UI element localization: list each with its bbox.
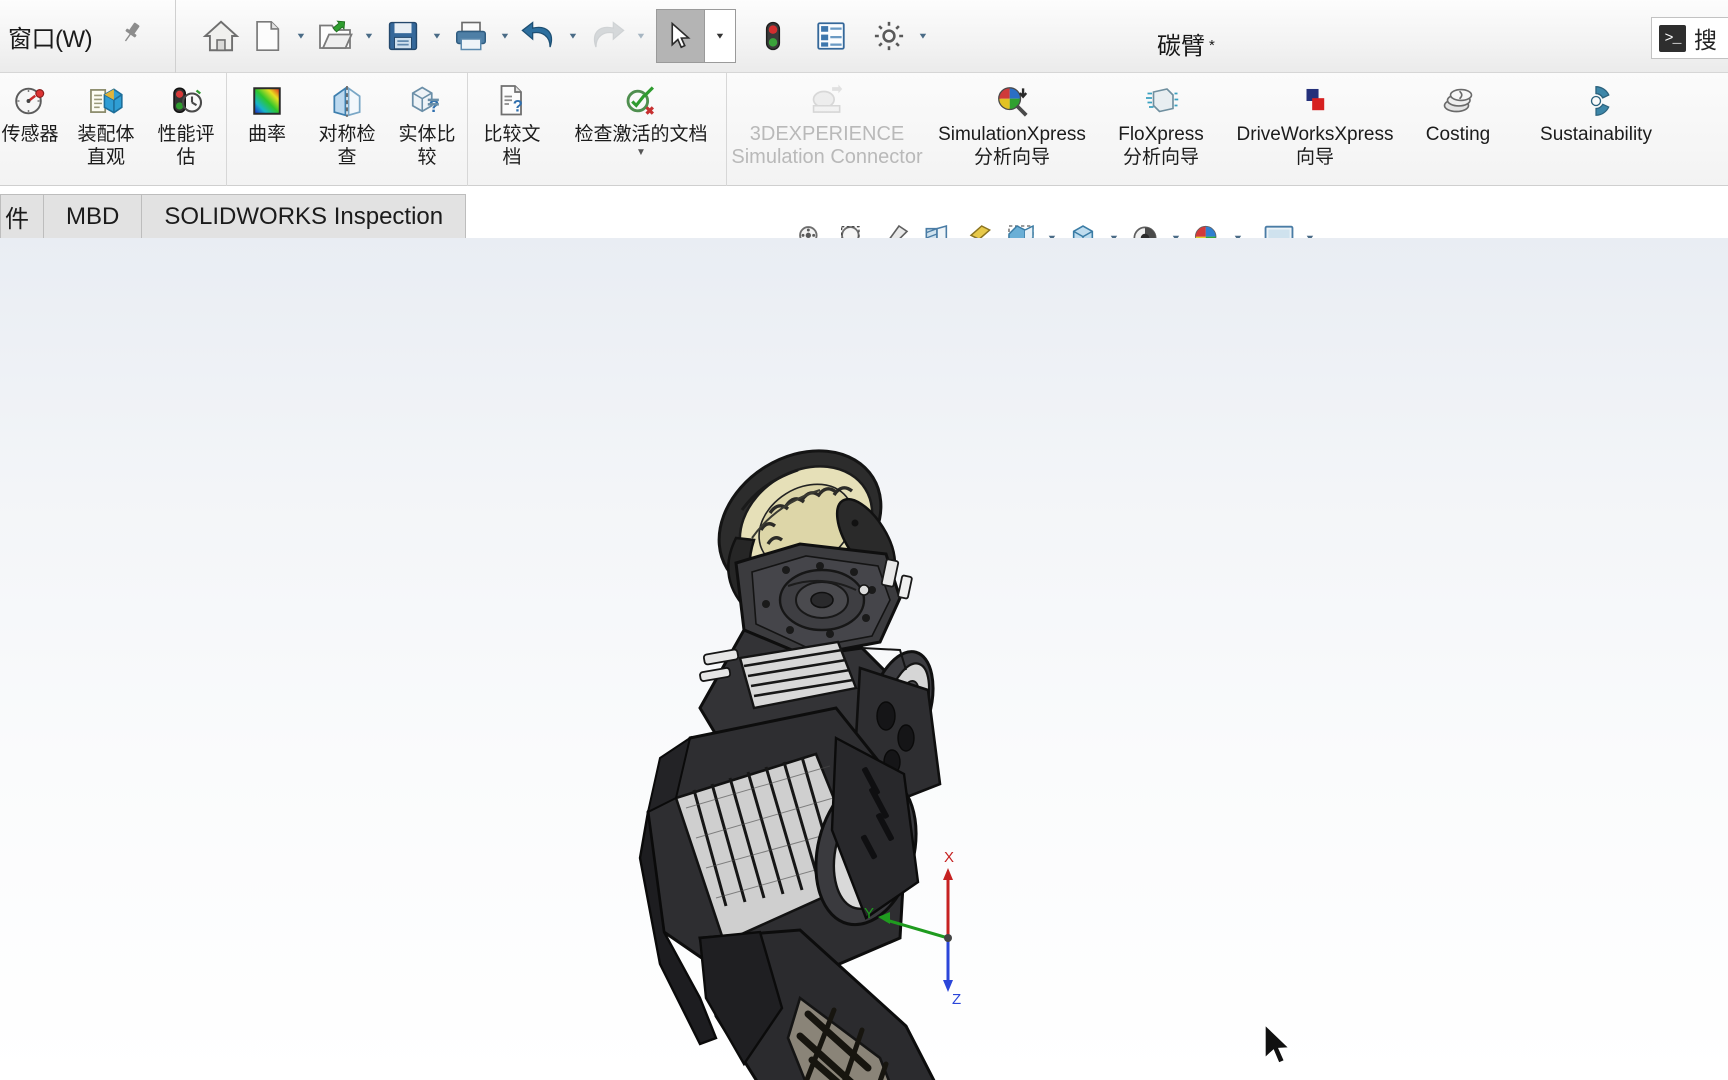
save-dropdown[interactable] xyxy=(426,10,448,62)
menu-bar: ) 窗口(W) xyxy=(0,0,176,73)
ribbon-label-sensor: 传感器 xyxy=(1,124,59,145)
ribbon-label-performance-evaluation: 性能评 估 xyxy=(157,124,215,168)
triad-label-z: Z xyxy=(952,991,961,1008)
document-modified-marker: * xyxy=(1209,37,1215,54)
ribbon-label-geometry-compare: 实体比 较 xyxy=(398,124,456,168)
sensor-icon xyxy=(12,81,48,121)
ribbon-evaluate-tab: 传感器 装配体 直观 性能评 估 曲率 对称检 查 ? 实体比 较 ? 比较文 … xyxy=(0,73,1728,186)
file-properties-icon[interactable] xyxy=(808,10,854,62)
symmetry-check-icon xyxy=(328,81,366,121)
options-dropdown[interactable] xyxy=(912,10,934,62)
triad-label-x: X xyxy=(944,849,954,866)
assembly-visualization-icon xyxy=(87,81,125,121)
ribbon-label-check-active-document: 检查激活的文档 xyxy=(574,124,708,145)
ribbon-label-symmetry-check: 对称检 查 xyxy=(318,124,376,168)
new-document-icon[interactable] xyxy=(244,10,290,62)
3dexperience-simulation-connector-icon xyxy=(808,81,846,121)
model-3d-view[interactable]: X Y Z xyxy=(0,238,1728,1080)
triad-label-y: Y xyxy=(864,905,874,922)
ribbon-group-evaluate-1: 传感器 装配体 直观 性能评 估 xyxy=(0,73,226,186)
print-icon[interactable] xyxy=(448,10,494,62)
open-document-icon[interactable] xyxy=(312,10,358,62)
tab-mbd-label: MBD xyxy=(66,202,120,230)
floxpress-icon xyxy=(1143,81,1179,121)
tab-mbd[interactable]: MBD xyxy=(43,194,143,238)
ribbon-item-assembly-visualization[interactable]: 装配体 直观 xyxy=(66,73,146,169)
tab-solidworks-inspection-label: SOLIDWORKS Inspection xyxy=(164,202,444,230)
ribbon-group-compare: ? 比较文 档 检查激活的文档 ▼ xyxy=(467,73,726,186)
check-active-document-icon xyxy=(622,81,660,121)
geometry-compare-icon: ? xyxy=(408,81,446,121)
ribbon-group-evaluate-2: 曲率 对称检 查 ? 实体比 较 xyxy=(226,73,467,186)
redo-icon xyxy=(584,10,630,62)
tab-solidworks-inspection[interactable]: SOLIDWORKS Inspection xyxy=(141,194,467,238)
quick-access-buttons xyxy=(176,0,934,73)
ribbon-label-simulationxpress: SimulationXpress 分析向导 xyxy=(938,124,1086,168)
graphics-viewport[interactable]: X Y Z xyxy=(0,238,1728,1080)
document-title: 碳臂 * xyxy=(1157,26,1215,61)
undo-dropdown[interactable] xyxy=(562,10,584,62)
driveworksxpress-icon xyxy=(1298,81,1332,121)
ribbon-item-symmetry-check[interactable]: 对称检 查 xyxy=(307,73,387,169)
carbon-arm-assembly: X Y Z xyxy=(638,449,961,1080)
ribbon-item-curvature[interactable]: 曲率 xyxy=(227,73,307,146)
options-gear-icon[interactable] xyxy=(866,10,912,62)
ribbon-label-3dexperience-simulation-connector: 3DEXPERIENCE Simulation Connector xyxy=(731,123,923,168)
ribbon-item-performance-evaluation[interactable]: 性能评 估 xyxy=(146,73,226,169)
ribbon-item-driveworksxpress[interactable]: DriveWorksXpress 向导 xyxy=(1225,73,1405,169)
ribbon-item-floxpress[interactable]: FloXpress 分析向导 xyxy=(1097,73,1225,169)
ribbon-label-floxpress: FloXpress 分析向导 xyxy=(1118,124,1204,168)
sustainability-icon xyxy=(1578,81,1614,121)
mouse-pointer xyxy=(1262,1022,1296,1077)
ribbon-label-compare-documents: 比较文 档 xyxy=(483,124,541,168)
select-tool-dropdown[interactable] xyxy=(705,10,735,62)
compare-documents-icon: ? xyxy=(494,81,530,121)
ribbon-group-xpress: 3DEXPERIENCE Simulation Connector Simula… xyxy=(726,73,1681,186)
curvature-icon xyxy=(250,81,284,121)
select-pointer-icon[interactable] xyxy=(657,10,705,62)
undo-icon[interactable] xyxy=(516,10,562,62)
menu-item-window[interactable]: 窗口(W) xyxy=(0,17,100,56)
rebuild-traffic-light-icon[interactable] xyxy=(750,10,796,62)
ribbon-item-compare-documents[interactable]: ? 比较文 档 xyxy=(468,73,556,169)
check-active-document-dropdown[interactable]: ▼ xyxy=(636,147,646,158)
pin-icon[interactable] xyxy=(118,20,144,53)
ribbon-item-sensor[interactable]: 传感器 xyxy=(0,73,66,146)
home-icon[interactable] xyxy=(198,10,244,62)
ribbon-item-costing[interactable]: Costing xyxy=(1405,73,1511,146)
command-prompt-icon: >_ xyxy=(1659,24,1686,52)
new-document-dropdown[interactable] xyxy=(290,10,312,62)
search-box[interactable]: >_ 搜 xyxy=(1651,17,1728,59)
select-tool-group[interactable] xyxy=(656,9,736,63)
search-label: 搜 xyxy=(1694,27,1717,53)
ribbon-label-driveworksxpress: DriveWorksXpress 向导 xyxy=(1236,124,1394,168)
ribbon-label-sustainability: Sustainability xyxy=(1540,124,1652,145)
print-dropdown[interactable] xyxy=(494,10,516,62)
save-icon[interactable] xyxy=(380,10,426,62)
simulationxpress-icon xyxy=(993,81,1031,121)
redo-dropdown xyxy=(630,10,652,62)
open-document-dropdown[interactable] xyxy=(358,10,380,62)
tab-part[interactable]: 件 xyxy=(0,194,44,238)
ribbon-item-geometry-compare[interactable]: ? 实体比 较 xyxy=(387,73,467,169)
ribbon-label-costing: Costing xyxy=(1425,124,1491,145)
document-title-text: 碳臂 xyxy=(1157,33,1205,60)
ribbon-item-simulationxpress[interactable]: SimulationXpress 分析向导 xyxy=(927,73,1097,169)
ribbon-item-check-active-document[interactable]: 检查激活的文档 ▼ xyxy=(556,73,726,158)
performance-evaluation-icon xyxy=(168,81,204,121)
ribbon-item-sustainability[interactable]: Sustainability xyxy=(1511,73,1681,146)
costing-icon xyxy=(1440,81,1476,121)
quick-access-toolbar: ) 窗口(W) xyxy=(0,0,1728,73)
svg-text:?: ? xyxy=(513,98,523,116)
ribbon-label-curvature: 曲率 xyxy=(247,124,286,145)
ribbon-label-assembly-visualization: 装配体 直观 xyxy=(77,124,135,168)
ribbon-item-3dexperience-simulation-connector: 3DEXPERIENCE Simulation Connector xyxy=(727,73,927,169)
tab-part-label: 件 xyxy=(5,206,29,233)
